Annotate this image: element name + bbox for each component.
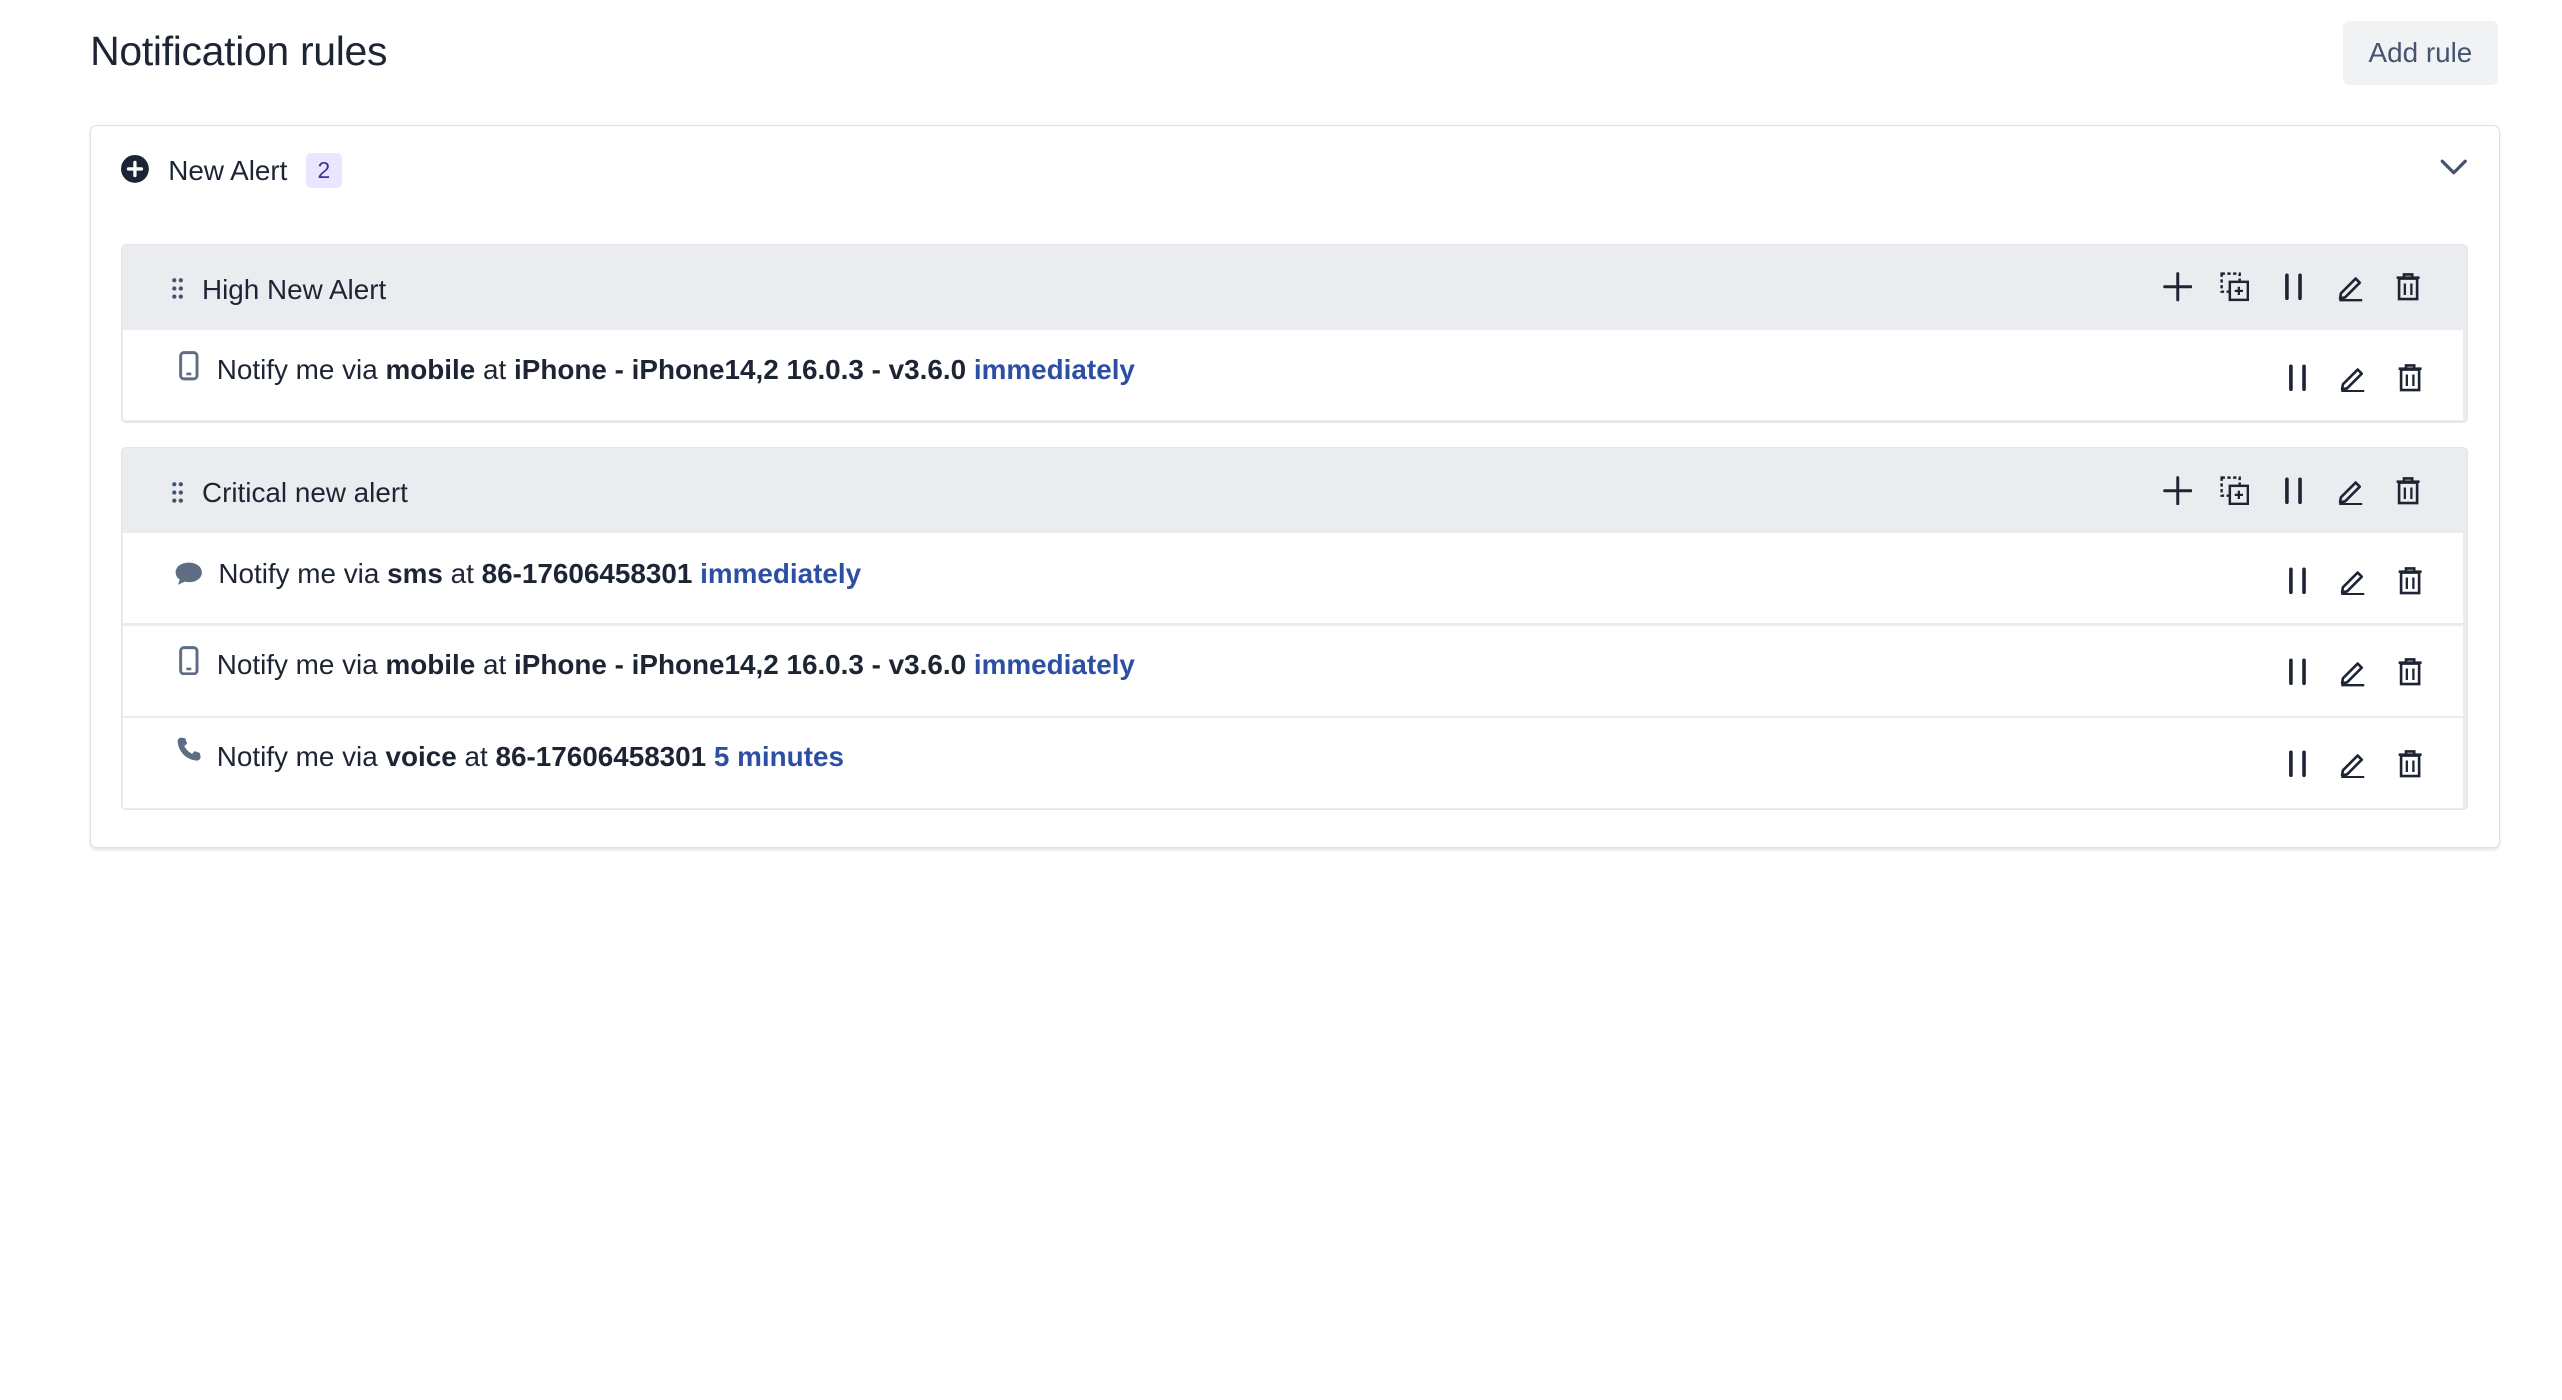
- edit-icon[interactable]: [2335, 474, 2368, 507]
- rule-row: Notify me via mobile at iPhone - iPhone1…: [123, 329, 2463, 420]
- phone-icon: [174, 734, 204, 764]
- chevron-down-icon[interactable]: [2439, 158, 2469, 178]
- trash-icon[interactable]: [2392, 271, 2425, 304]
- rule-group-title: High New Alert: [201, 274, 387, 306]
- trash-icon[interactable]: [2394, 655, 2427, 688]
- rule-row: Notify me via voice at 86-17606458301 5 …: [123, 716, 2463, 808]
- pause-icon[interactable]: [2281, 361, 2314, 394]
- rule-row: Notify me via mobile at iPhone - iPhone1…: [123, 624, 2463, 717]
- rule-timing-link[interactable]: 5 minutes: [714, 741, 844, 772]
- rule-description: Notify me via voice at 86-17606458301 5 …: [216, 740, 844, 772]
- edit-icon[interactable]: [2336, 564, 2369, 597]
- duplicate-icon[interactable]: [2218, 474, 2251, 507]
- pause-icon[interactable]: [2281, 564, 2314, 597]
- page-title: Notification rules: [90, 27, 388, 74]
- edit-icon[interactable]: [2336, 747, 2369, 780]
- alert-name: New Alert: [168, 155, 288, 187]
- rule-group-header: High New Alert: [122, 245, 2468, 330]
- rule-description: Notify me via sms at 86-17606458301 imme…: [218, 557, 862, 589]
- pause-icon[interactable]: [2281, 655, 2314, 688]
- rule-group: Critical new alert Notify me via sms at …: [120, 446, 2469, 810]
- mobile-icon: [174, 351, 204, 381]
- add-rule-button[interactable]: Add rule: [2342, 21, 2499, 86]
- pause-icon[interactable]: [2281, 747, 2314, 780]
- rule-row: Notify me via sms at 86-17606458301 imme…: [123, 533, 2463, 624]
- alert-card: New Alert 2 High New Alert Notify me via…: [90, 124, 2501, 848]
- rule-timing-link[interactable]: immediately: [974, 354, 1135, 385]
- chat-bubble-icon: [174, 559, 204, 589]
- duplicate-icon[interactable]: [2218, 271, 2251, 304]
- trash-icon[interactable]: [2394, 361, 2427, 394]
- drag-handle-icon[interactable]: [171, 481, 184, 504]
- trash-icon[interactable]: [2394, 747, 2427, 780]
- edit-icon[interactable]: [2335, 271, 2368, 304]
- add-icon[interactable]: [2161, 271, 2194, 304]
- rule-description: Notify me via mobile at iPhone - iPhone1…: [216, 648, 1135, 680]
- trash-icon[interactable]: [2394, 564, 2427, 597]
- rule-group: High New Alert Notify me via mobile at i…: [120, 243, 2469, 423]
- rule-timing-link[interactable]: immediately: [700, 558, 861, 589]
- pause-icon[interactable]: [2277, 271, 2310, 304]
- rule-group-header: Critical new alert: [122, 448, 2468, 533]
- rule-description: Notify me via mobile at iPhone - iPhone1…: [216, 354, 1135, 386]
- rule-timing-link[interactable]: immediately: [974, 649, 1135, 680]
- trash-icon[interactable]: [2392, 474, 2425, 507]
- alert-card-header[interactable]: New Alert 2: [91, 126, 2499, 218]
- plus-circle-icon: [120, 155, 149, 183]
- drag-handle-icon[interactable]: [171, 277, 184, 300]
- mobile-icon: [174, 645, 204, 676]
- edit-icon[interactable]: [2336, 655, 2369, 688]
- edit-icon[interactable]: [2336, 361, 2369, 394]
- rule-group-title: Critical new alert: [201, 477, 408, 509]
- rule-count-badge: 2: [305, 153, 342, 188]
- pause-icon[interactable]: [2277, 474, 2310, 507]
- add-icon[interactable]: [2161, 474, 2194, 507]
- notification-rules-page: Notification rules Add rule New Alert 2: [0, 0, 2562, 854]
